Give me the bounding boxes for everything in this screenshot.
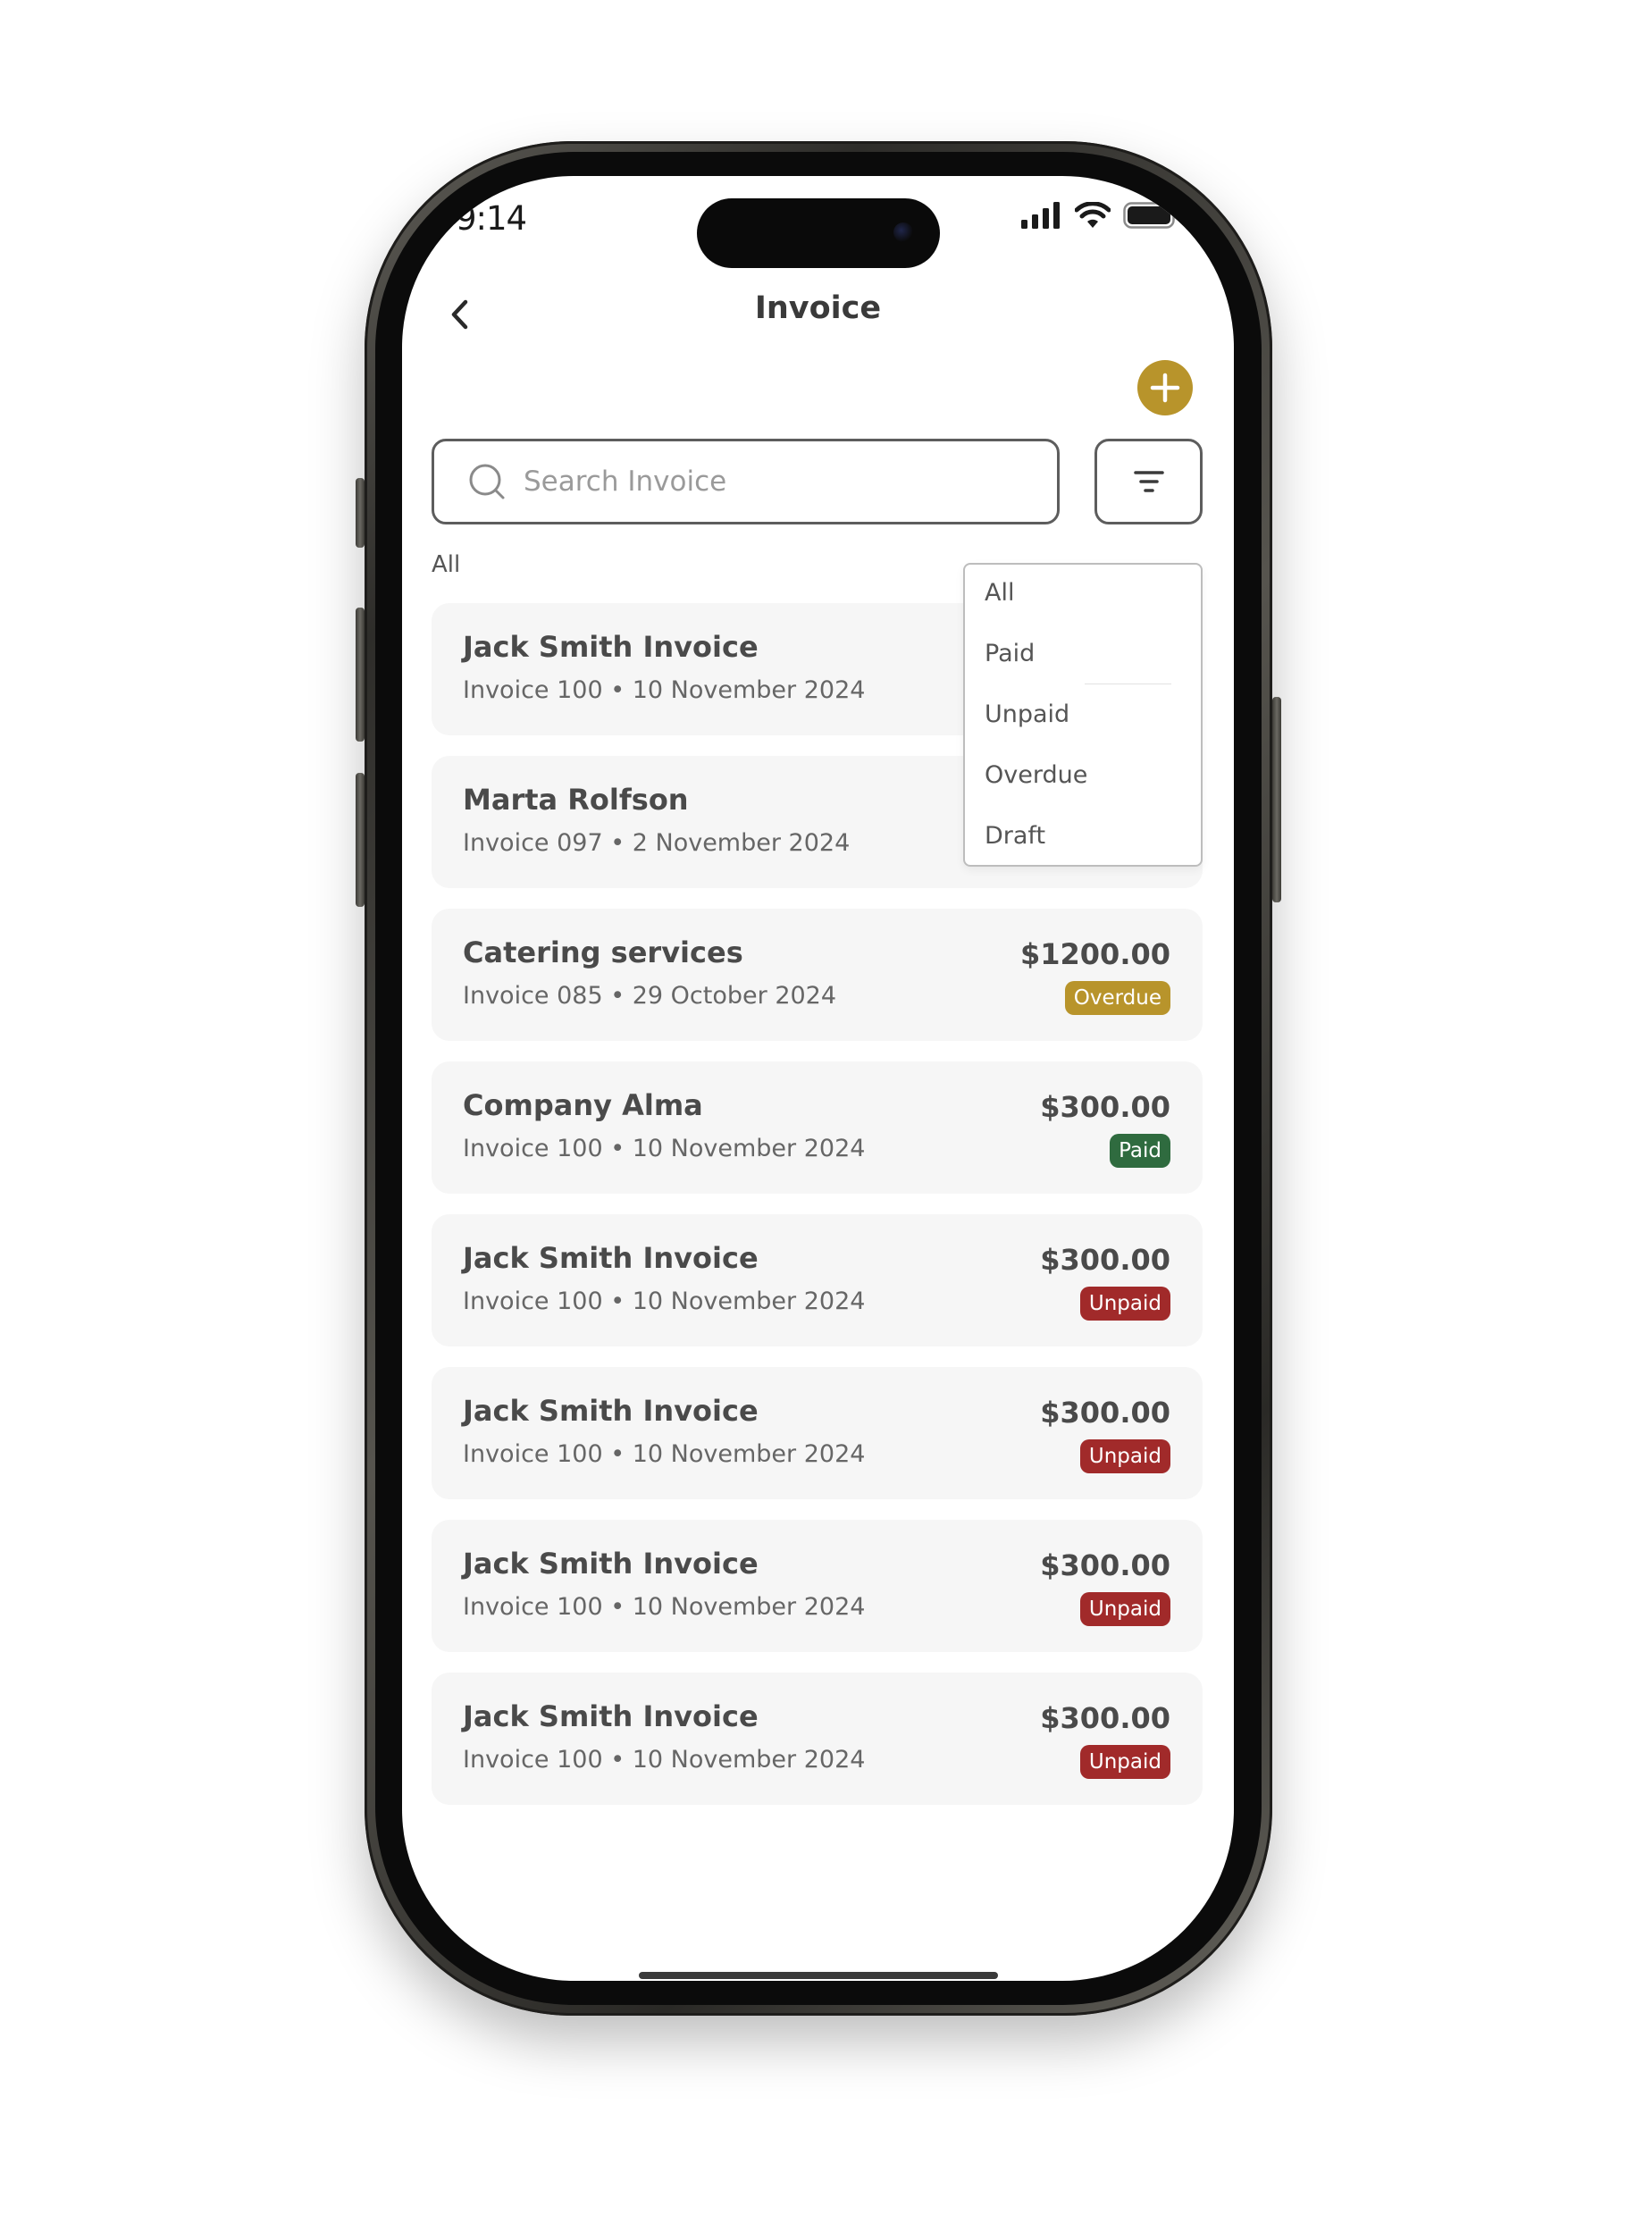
plus-icon: [1150, 373, 1180, 403]
filter-option-draft[interactable]: Draft: [985, 822, 1045, 850]
signal-icon: [1021, 202, 1060, 229]
invoice-meta: Invoice 100 • 10 November 2024: [463, 1746, 866, 1774]
power-button: [1272, 697, 1281, 902]
battery-icon: [1123, 202, 1179, 229]
filter-dropdown: All Paid Unpaid Overdue Draft: [963, 563, 1203, 867]
status-badge-unpaid: Unpaid: [1079, 1287, 1170, 1321]
invoice-name: Jack Smith Invoice: [463, 1547, 759, 1581]
invoice-meta: Invoice 085 • 29 October 2024: [463, 982, 837, 1010]
invoice-meta: Invoice 097 • 2 November 2024: [463, 829, 851, 857]
invoice-card[interactable]: Catering services Invoice 085 • 29 Octob…: [432, 909, 1203, 1041]
invoice-name: Marta Rolfson: [463, 783, 689, 817]
camera-icon: [893, 222, 913, 242]
search-icon: [469, 464, 505, 499]
invoice-meta: Invoice 100 • 10 November 2024: [463, 1287, 866, 1315]
filter-option-overdue[interactable]: Overdue: [985, 761, 1087, 789]
action-button: [356, 478, 365, 548]
invoice-name: Company Alma: [463, 1088, 703, 1122]
status-time: 9:14: [456, 199, 527, 238]
volume-down-button: [356, 773, 365, 907]
invoice-amount: $300.00: [1040, 1548, 1170, 1582]
mockup-stage: 9:14 Invoice Search Invoice All Jack Smi…: [0, 0, 1652, 2231]
status-badge-unpaid: Unpaid: [1079, 1439, 1170, 1473]
invoice-name: Jack Smith Invoice: [463, 1394, 759, 1428]
search-input[interactable]: [524, 465, 1024, 498]
invoice-name: Catering services: [463, 935, 743, 969]
filter-button[interactable]: [1094, 439, 1203, 524]
invoice-amount: $300.00: [1040, 1243, 1170, 1277]
invoice-meta: Invoice 100 • 10 November 2024: [463, 1440, 866, 1468]
status-badge-unpaid: Unpaid: [1079, 1745, 1170, 1779]
invoice-amount: $1200.00: [1019, 937, 1170, 971]
wifi-icon: [1075, 202, 1111, 228]
invoice-card[interactable]: Jack Smith Invoice Invoice 100 • 10 Nove…: [432, 1673, 1203, 1805]
status-badge-unpaid: Unpaid: [1079, 1592, 1170, 1626]
invoice-name: Jack Smith Invoice: [463, 1241, 759, 1275]
dynamic-island: [697, 198, 940, 268]
invoice-amount: $300.00: [1040, 1396, 1170, 1430]
page-title: Invoice: [754, 290, 882, 326]
add-invoice-button[interactable]: [1137, 360, 1193, 415]
invoice-card[interactable]: Jack Smith Invoice Invoice 100 • 10 Nove…: [432, 1367, 1203, 1499]
invoice-amount: $300.00: [1040, 1701, 1170, 1735]
home-indicator[interactable]: [639, 1972, 998, 1979]
invoice-name: Jack Smith Invoice: [463, 630, 759, 664]
status-badge-paid: Paid: [1110, 1134, 1170, 1168]
filter-option-unpaid[interactable]: Unpaid: [985, 700, 1069, 728]
filter-option-all[interactable]: All: [985, 579, 1014, 607]
filter-option-paid[interactable]: Paid: [985, 640, 1035, 667]
invoice-meta: Invoice 100 • 10 November 2024: [463, 1135, 866, 1162]
phone-screen: 9:14 Invoice Search Invoice All Jack Smi…: [402, 176, 1234, 1981]
volume-up-button: [356, 608, 365, 742]
status-icons: [1021, 199, 1180, 231]
invoice-name: Jack Smith Invoice: [463, 1699, 759, 1733]
invoice-amount: $300.00: [1040, 1090, 1170, 1124]
invoice-meta: Invoice 100 • 10 November 2024: [463, 676, 866, 704]
invoice-card[interactable]: Jack Smith Invoice Invoice 100 • 10 Nove…: [432, 1520, 1203, 1652]
invoice-card[interactable]: Jack Smith Invoice Invoice 100 • 10 Nove…: [432, 1214, 1203, 1346]
search-bar[interactable]: [432, 439, 1060, 524]
filter-icon: [1133, 471, 1164, 492]
invoice-meta: Invoice 100 • 10 November 2024: [463, 1593, 866, 1621]
active-filter-label: All: [432, 551, 461, 578]
invoice-card[interactable]: Company Alma Invoice 100 • 10 November 2…: [432, 1061, 1203, 1194]
status-badge-overdue: Overdue: [1064, 981, 1170, 1015]
